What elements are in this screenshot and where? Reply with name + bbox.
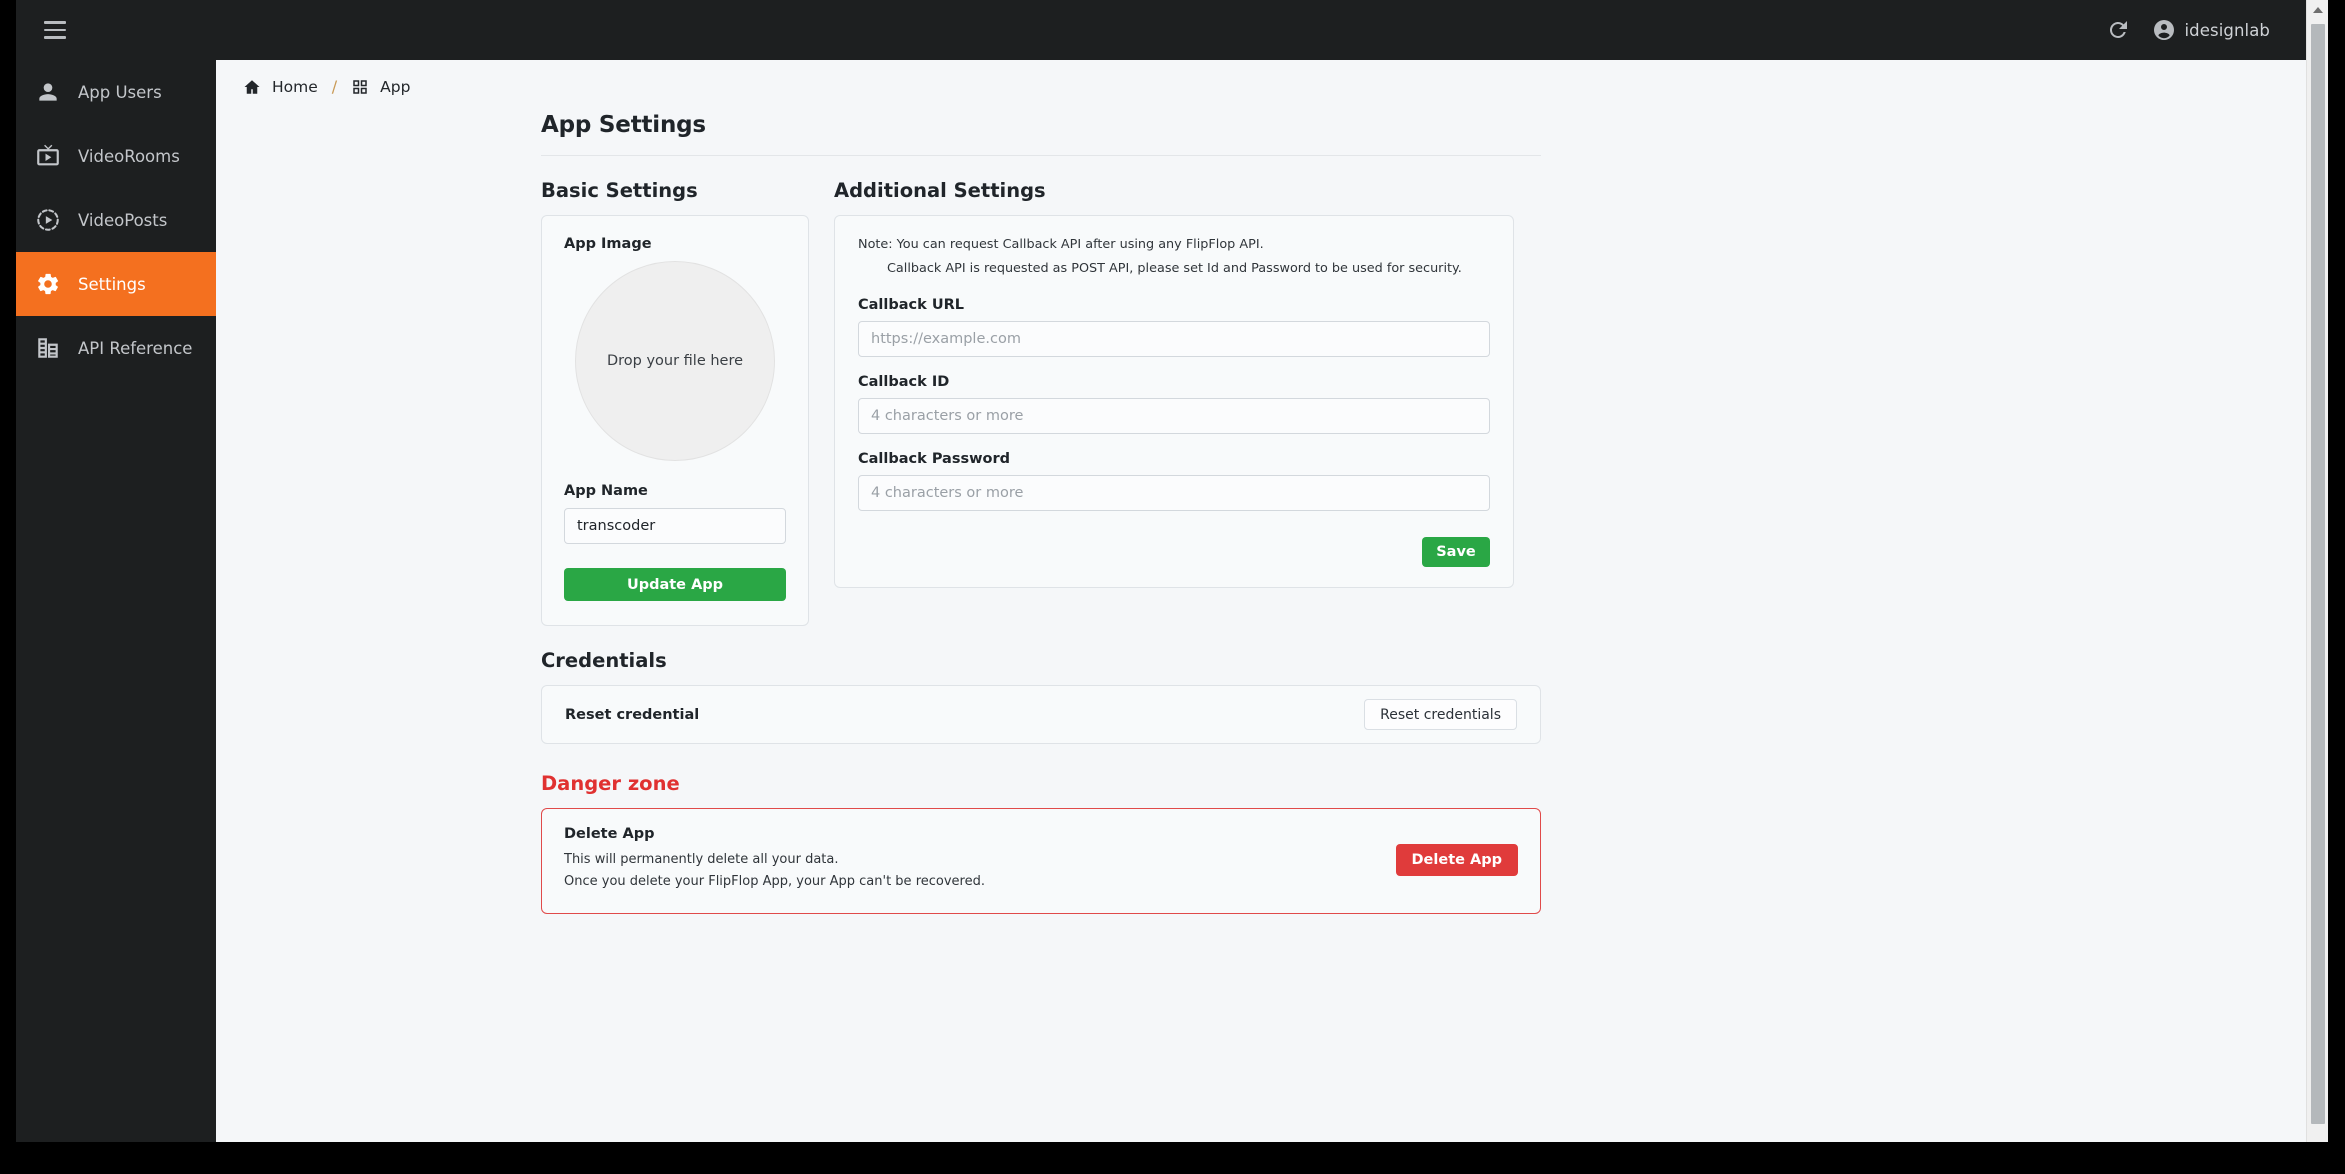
app-image-dropzone[interactable]: Drop your file here — [575, 261, 775, 461]
sidebar: App Users VideoRooms VideoPosts Settings… — [16, 60, 231, 1142]
delete-app-heading: Delete App — [564, 826, 655, 842]
sidebar-item-label: Settings — [78, 274, 146, 294]
account-name: idesignlab — [2184, 20, 2270, 40]
page-scrollbar[interactable] — [2306, 0, 2328, 1142]
page-title: App Settings — [541, 112, 706, 138]
callback-id-input[interactable] — [858, 398, 1490, 435]
note-line-1: Note: You can request Callback API after… — [858, 237, 1264, 252]
credentials-card: Reset credential Reset credentials — [541, 685, 1541, 744]
breadcrumb-separator: / — [331, 77, 338, 96]
danger-zone-card: Delete App This will permanently delete … — [541, 808, 1541, 914]
delete-app-button[interactable]: Delete App — [1395, 843, 1518, 876]
breadcrumb-home-link[interactable]: Home — [272, 78, 318, 96]
sidebar-item-label: VideoPosts — [78, 210, 168, 230]
delete-app-text-block: Delete App This will permanently delete … — [564, 826, 985, 894]
person-icon — [34, 78, 62, 106]
api-book-icon — [34, 334, 62, 362]
callback-url-field: Callback URL — [858, 297, 1490, 358]
account-circle-icon — [2152, 18, 2176, 42]
callback-note: Note: You can request Callback API after… — [858, 233, 1490, 280]
scrollbar-thumb[interactable] — [2311, 24, 2325, 1124]
sidebar-item-label: VideoRooms — [78, 146, 180, 166]
settings-row: Basic Settings App Image Drop your file … — [541, 156, 1541, 626]
basic-settings-column: Basic Settings App Image Drop your file … — [541, 156, 809, 626]
delete-app-line-2: Once you delete your FlipFlop App, your … — [564, 874, 985, 890]
scroll-up-arrow-icon[interactable] — [2307, 0, 2328, 20]
app-name-input[interactable] — [564, 508, 786, 544]
refresh-icon[interactable] — [2106, 18, 2130, 42]
callback-password-input[interactable] — [858, 475, 1490, 512]
top-bar-actions: idesignlab — [2106, 18, 2301, 42]
credentials-title: Credentials — [541, 649, 667, 672]
callback-password-field: Callback Password — [858, 451, 1490, 512]
callback-url-label: Callback URL — [858, 297, 964, 314]
settings-page: App Settings Basic Settings App Image Dr… — [541, 112, 1541, 914]
top-bar: idesignlab — [16, 0, 2328, 60]
breadcrumb: Home / App — [216, 60, 2328, 96]
dropzone-text: Drop your file here — [606, 353, 744, 369]
sidebar-item-videorooms[interactable]: VideoRooms — [16, 124, 216, 188]
grid-apps-icon[interactable] — [351, 78, 369, 96]
sidebar-item-label: App Users — [78, 82, 162, 102]
hamburger-menu-icon[interactable] — [38, 13, 72, 47]
breadcrumb-app-link[interactable]: App — [380, 78, 410, 96]
basic-settings-card: App Image Drop your file here App Name U… — [541, 215, 809, 626]
callback-password-label: Callback Password — [858, 451, 1010, 468]
additional-settings-card: Note: You can request Callback API after… — [834, 215, 1514, 589]
sidebar-item-label: API Reference — [78, 338, 193, 358]
callback-id-label: Callback ID — [858, 374, 950, 391]
sidebar-item-videoposts[interactable]: VideoPosts — [16, 188, 216, 252]
main-content: Home / App App Settings Basic Settings A… — [216, 60, 2328, 1142]
additional-settings-title: Additional Settings — [834, 179, 1046, 202]
gear-icon — [34, 270, 62, 298]
note-line-2: Callback API is requested as POST API, p… — [887, 260, 1462, 276]
callback-id-field: Callback ID — [858, 374, 1490, 435]
account-menu[interactable]: idesignlab — [2152, 18, 2271, 42]
danger-zone-title: Danger zone — [541, 772, 680, 795]
home-icon[interactable] — [243, 78, 261, 96]
save-button[interactable]: Save — [1422, 537, 1490, 568]
app-image-label: App Image — [564, 236, 652, 252]
tv-play-icon — [34, 142, 62, 170]
update-app-button[interactable]: Update App — [564, 568, 786, 601]
browser-viewport: idesignlab App Users VideoRooms VideoPos… — [16, 0, 2328, 1142]
app-name-label: App Name — [564, 483, 648, 499]
sidebar-item-settings[interactable]: Settings — [16, 252, 216, 316]
sidebar-item-api-reference[interactable]: API Reference — [16, 316, 231, 380]
additional-settings-column: Additional Settings Note: You can reques… — [834, 156, 1514, 589]
reset-credential-label: Reset credential — [565, 706, 700, 723]
callback-url-input[interactable] — [858, 321, 1490, 358]
reset-credentials-button[interactable]: Reset credentials — [1364, 699, 1517, 730]
sidebar-item-app-users[interactable]: App Users — [16, 60, 216, 124]
save-row: Save — [858, 537, 1490, 568]
circle-play-icon — [34, 206, 62, 234]
delete-app-line-1: This will permanently delete all your da… — [564, 852, 839, 867]
basic-settings-title: Basic Settings — [541, 179, 698, 202]
